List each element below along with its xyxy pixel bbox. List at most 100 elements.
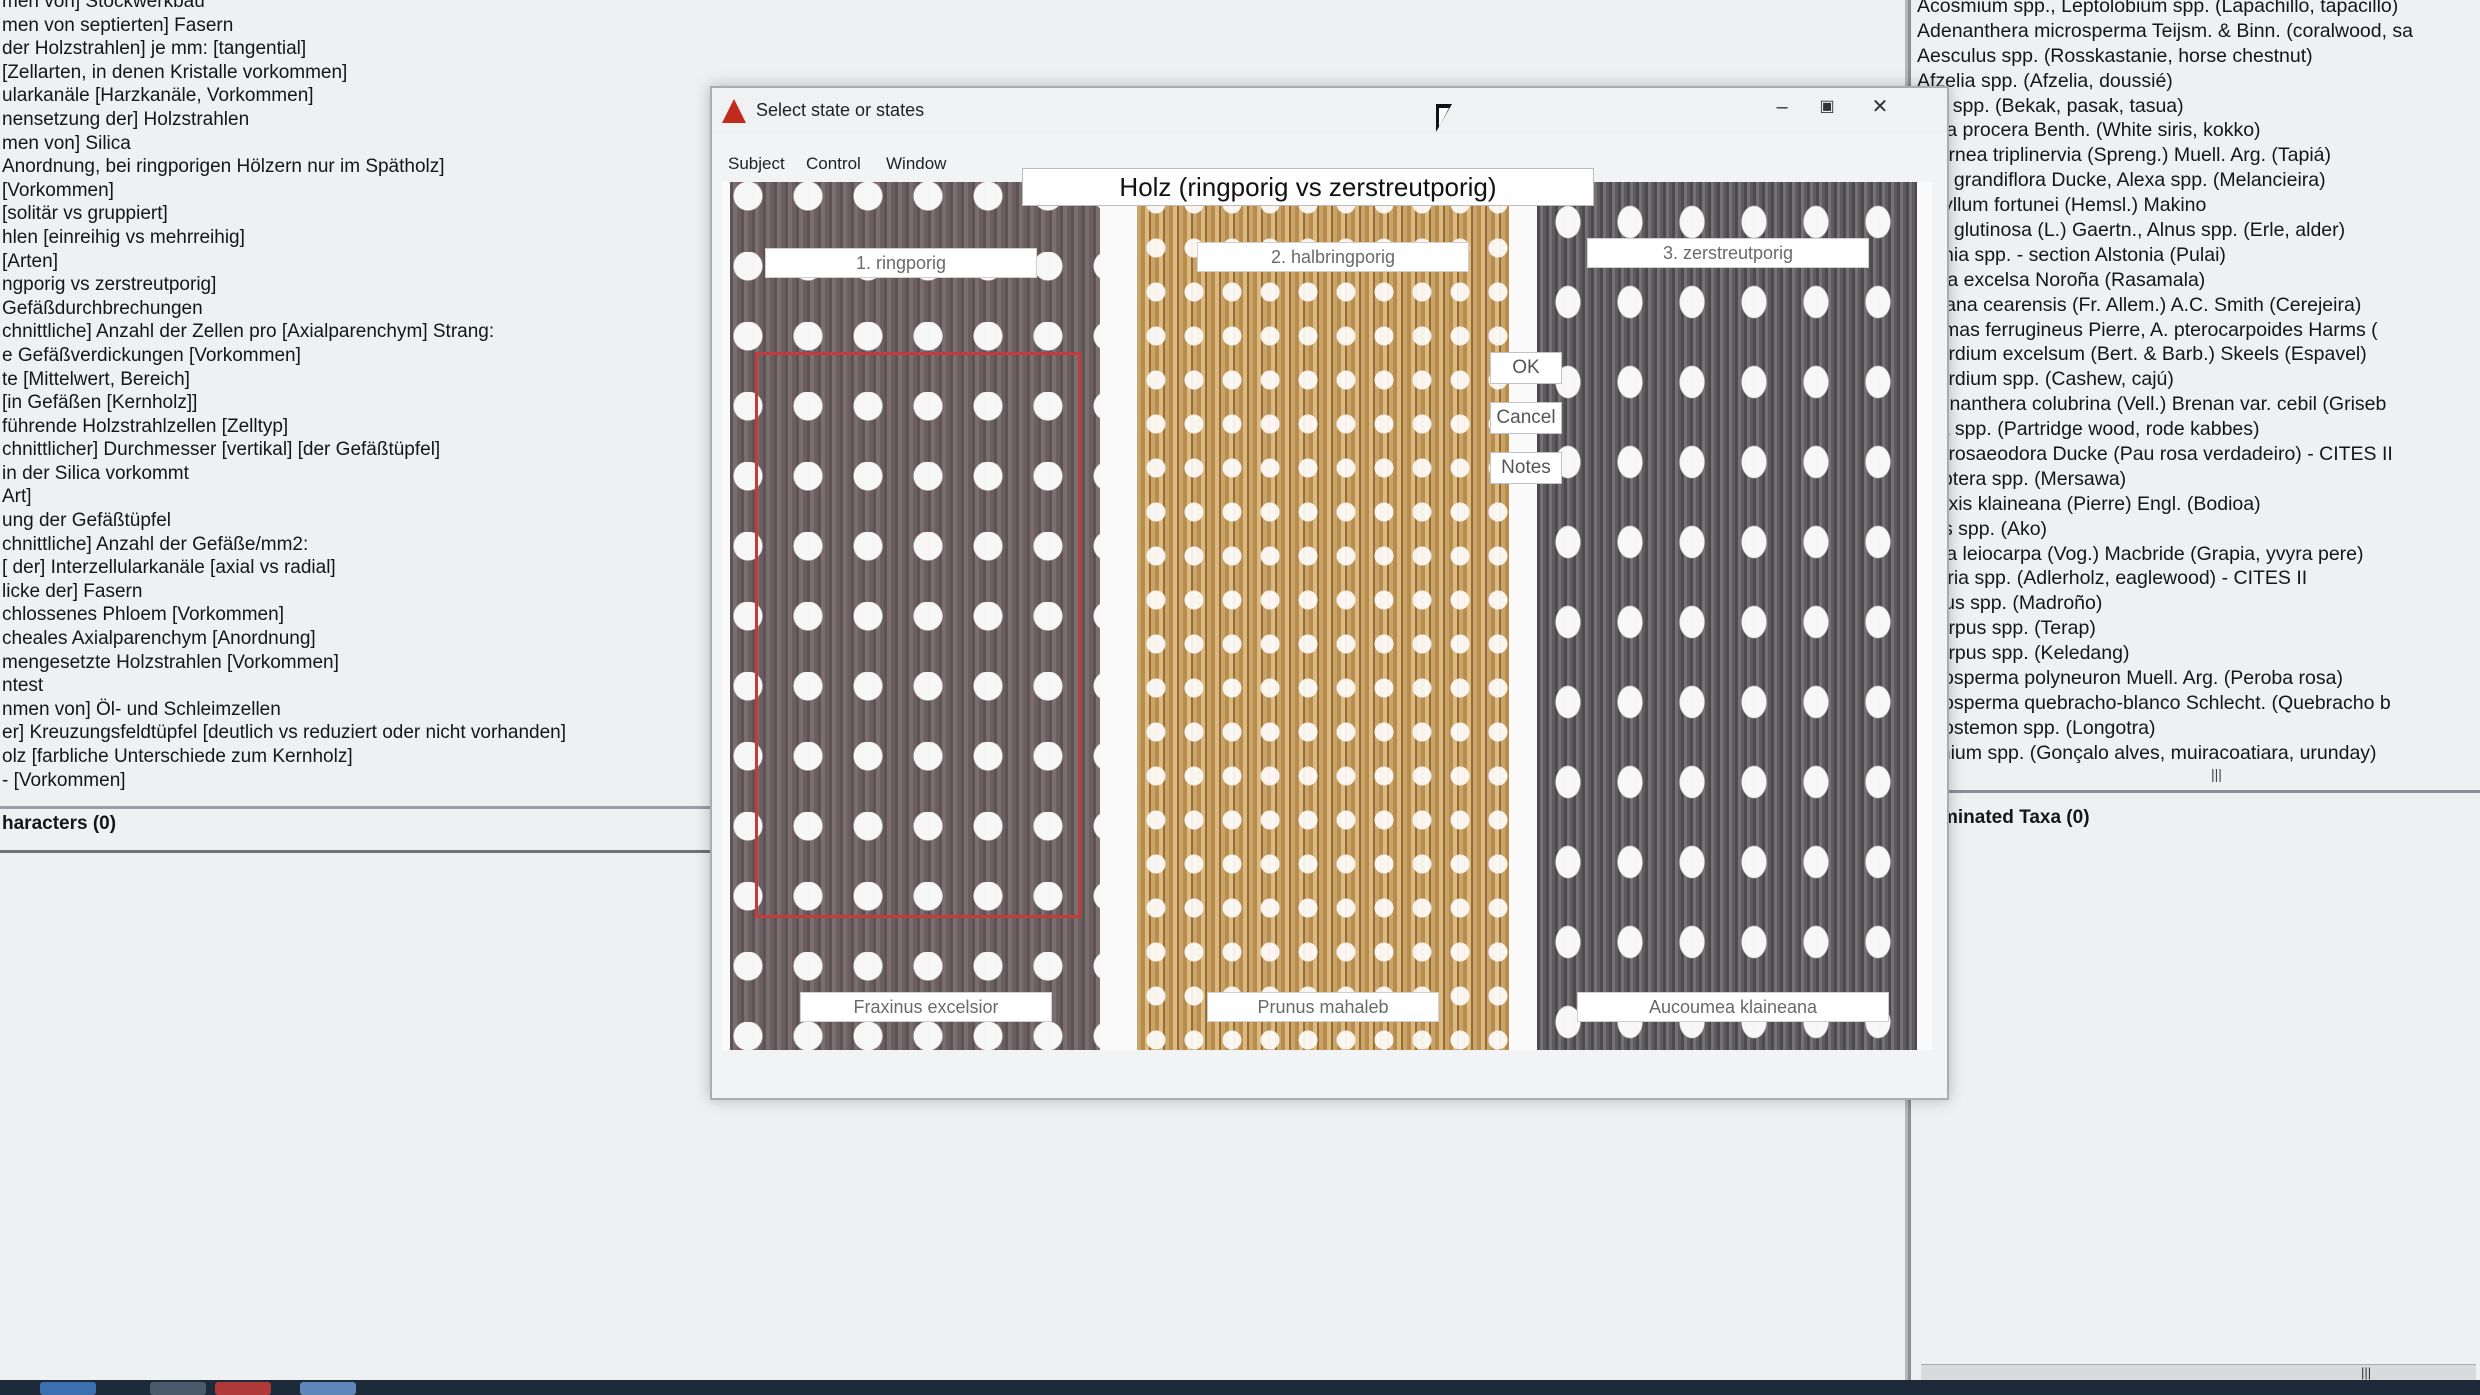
characters-status: haracters (0) [2, 813, 117, 834]
character-item[interactable]: [Vorkommen] [0, 179, 780, 203]
ok-button[interactable]: OK [1490, 352, 1562, 384]
character-item[interactable]: men von] Stockwerkbau [0, 0, 780, 14]
taxon-item[interactable]: adenanthera colubrina (Vell.) Brenan var… [1911, 392, 2480, 417]
taxon-item[interactable]: Aesculus spp. (Rosskastanie, horse chest… [1911, 44, 2480, 69]
taxon-item[interactable]: isoptera spp. (Mersawa) [1911, 467, 2480, 492]
taxon-item[interactable]: laris spp. (Ako) [1911, 517, 2480, 542]
character-item[interactable]: te [Mittelwert, Bereich] [0, 368, 780, 392]
state-label: 3. zerstreutporig [1587, 238, 1869, 268]
taxon-item[interactable]: ocarpus spp. (Terap) [1911, 616, 2480, 641]
taskbar [0, 1380, 2480, 1395]
character-item[interactable]: [ der] Interzellularkanäle [axial vs rad… [0, 556, 780, 580]
cancel-button[interactable]: Cancel [1490, 402, 1562, 434]
app-triangle-icon [722, 99, 746, 123]
taxon-item[interactable]: iphyllum fortunei (Hemsl.) Makino [1911, 193, 2480, 218]
character-item[interactable]: chnittliche] Anzahl der Gefäße/mm2: [0, 533, 780, 557]
taxon-item[interactable]: butus spp. (Madroño) [1911, 591, 2480, 616]
close-icon[interactable]: ✕ [1860, 94, 1900, 120]
taxon-item[interactable]: laia spp. (Bekak, pasak, tasua) [1911, 94, 2480, 119]
taskbar-app-button[interactable] [300, 1382, 356, 1395]
taxon-item[interactable]: chornea triplinervia (Spreng.) Muell. Ar… [1911, 143, 2480, 168]
character-item[interactable]: Anordnung, bei ringporigen Hölzern nur i… [0, 155, 780, 179]
taxon-item[interactable]: opyxis klaineana (Pierre) Engl. (Bodioa) [1911, 492, 2480, 517]
taxon-item[interactable]: burana cearensis (Fr. Allem.) A.C. Smith… [1911, 293, 2480, 318]
taxon-item[interactable]: Adenanthera microsperma Teijsm. & Binn. … [1911, 19, 2480, 44]
horizontal-scrollbar[interactable]: ||| [1921, 1364, 2476, 1381]
state-label: 1. ringporig [765, 248, 1037, 278]
character-item[interactable]: nmen von] Öl- und Schleimzellen [0, 698, 780, 722]
character-item[interactable]: men von septierten] Fasern [0, 14, 780, 38]
menu-window[interactable]: Window [886, 154, 946, 174]
character-item[interactable]: er] Kreuzungsfeldtüpfel [deutlich vs red… [0, 721, 780, 745]
taxon-item[interactable]: ulcia leiocarpa (Vog.) Macbride (Grapia,… [1911, 542, 2480, 567]
taxon-item[interactable]: pidostemon spp. (Longotra) [1911, 716, 2480, 741]
taxon-item[interactable]: exa grandiflora Ducke, Alexa spp. (Melan… [1911, 168, 2480, 193]
scroll-grip-icon[interactable]: ||| [2211, 766, 2222, 782]
state-image-ringporig[interactable]: 1. ringporig Fraxinus excelsior [730, 182, 1100, 1050]
state-image-halbringporig[interactable]: 2. halbringporig Prunus mahaleb [1137, 182, 1509, 1050]
menu-subject[interactable]: Subject [728, 154, 785, 174]
characters-list: men von] Stockwerkbau men von septierten]… [0, 0, 780, 800]
state-image-zerstreutporig[interactable]: 3. zerstreutporig Aucoumea klaineana [1537, 182, 1917, 1050]
character-item[interactable]: [Arten] [0, 250, 780, 274]
taxon-item[interactable]: Afzelia spp. (Afzelia, doussié) [1911, 69, 2480, 94]
taxa-status: minated Taxa (0) [1941, 807, 2090, 828]
maximize-icon[interactable]: ▣ [1807, 94, 1847, 120]
taxon-item[interactable]: acardium excelsum (Bert. & Barb.) Skeels… [1911, 342, 2480, 367]
character-item[interactable]: nensetzung der] Holzstrahlen [0, 108, 780, 132]
character-item[interactable]: - [Vorkommen] [0, 769, 780, 793]
character-item[interactable]: ngporig vs zerstreutporig] [0, 273, 780, 297]
minimize-icon[interactable]: – [1762, 94, 1802, 120]
species-label: Prunus mahaleb [1207, 992, 1439, 1022]
character-heading: Holz (ringporig vs zerstreutporig) [1022, 168, 1594, 206]
taxon-item[interactable]: acardium spp. (Cashew, cajú) [1911, 367, 2480, 392]
character-item[interactable]: men von] Silica [0, 132, 780, 156]
taxon-item[interactable]: nus glutinosa (L.) Gaertn., Alnus spp. (… [1911, 218, 2480, 243]
panel-divider [1911, 790, 2480, 793]
character-item[interactable]: hlen [einreihig vs mehrreihig] [0, 226, 780, 250]
state-images-area: 1. ringporig Fraxinus excelsior 2. halbr… [722, 182, 1932, 1050]
character-item[interactable]: chnittliche] Anzahl der Zellen pro [Axia… [0, 320, 780, 344]
taxa-panel: Acosmium spp., Leptolobium spp. (Lapachi… [1908, 0, 2480, 1381]
panel-divider [0, 850, 730, 853]
menu-control[interactable]: Control [806, 154, 861, 174]
taxon-item[interactable]: iba rosaeodora Ducke (Pau rosa verdadeir… [1911, 442, 2480, 467]
taxon-item[interactable]: pidosperma polyneuron Muell. Arg. (Perob… [1911, 666, 2480, 691]
start-button[interactable] [40, 1382, 96, 1395]
taxon-item[interactable]: bizia procera Benth. (White siris, kokko… [1911, 118, 2480, 143]
character-item[interactable]: Art] [0, 485, 780, 509]
scroll-thumb[interactable]: ||| [2361, 1365, 2371, 1380]
character-item[interactable]: ularkanäle [Harzkanäle, Vorkommen] [0, 84, 780, 108]
character-item[interactable]: chlossenes Phloem [Vorkommen] [0, 603, 780, 627]
character-item[interactable]: [solitär vs gruppiert] [0, 202, 780, 226]
taxon-item[interactable]: tronium spp. (Gonçalo alves, muiracoatia… [1911, 741, 2480, 764]
dialog-titlebar[interactable]: Select state or states – ▣ ✕ [712, 88, 1947, 134]
character-item[interactable]: der Holzstrahlen] je mm: [tangential] [0, 37, 780, 61]
character-item[interactable]: mengesetzte Holzstrahlen [Vorkommen] [0, 651, 780, 675]
character-item[interactable]: in der Silica vorkommt [0, 462, 780, 486]
taxon-item[interactable]: Acosmium spp., Leptolobium spp. (Lapachi… [1911, 0, 2480, 19]
character-item[interactable]: chnittlicher] Durchmesser [vertikal] [de… [0, 438, 780, 462]
taxon-item[interactable]: phimas ferrugineus Pierre, A. pterocarpo… [1911, 318, 2480, 343]
taxon-item[interactable]: ocarpus spp. (Keledang) [1911, 641, 2480, 666]
species-label: Fraxinus excelsior [800, 992, 1052, 1022]
notes-button[interactable]: Notes [1490, 452, 1562, 484]
character-item[interactable]: ung der Gefäßtüpfel [0, 509, 780, 533]
character-item[interactable]: olz [farbliche Unterschiede zum Kernholz… [0, 745, 780, 769]
taxon-item[interactable]: dira spp. (Partridge wood, rode kabbes) [1911, 417, 2480, 442]
state-label: 2. halbringporig [1197, 242, 1469, 272]
character-item[interactable]: cheales Axialparenchym [Anordnung] [0, 627, 780, 651]
character-item[interactable]: licke der] Fasern [0, 580, 780, 604]
taxon-item[interactable]: uilaria spp. (Adlerholz, eaglewood) - CI… [1911, 566, 2480, 591]
taxon-item[interactable]: stonia spp. - section Alstonia (Pulai) [1911, 243, 2480, 268]
character-item[interactable]: Gefäßdurchbrechungen [0, 297, 780, 321]
taskbar-app-button[interactable] [215, 1382, 271, 1395]
character-item[interactable]: ntest [0, 674, 780, 698]
character-item[interactable]: [Zellarten, in denen Kristalle vorkommen… [0, 61, 780, 85]
character-item[interactable]: e Gefäßverdickungen [Vorkommen] [0, 344, 780, 368]
character-item[interactable]: führende Holzstrahlzellen [Zelltyp] [0, 415, 780, 439]
taxon-item[interactable]: pidosperma quebracho-blanco Schlecht. (Q… [1911, 691, 2480, 716]
taxon-item[interactable]: ingia excelsa Noroña (Rasamala) [1911, 268, 2480, 293]
character-item[interactable]: [in Gefäßen [Kernholz]] [0, 391, 780, 415]
taskbar-app-button[interactable] [150, 1382, 206, 1395]
